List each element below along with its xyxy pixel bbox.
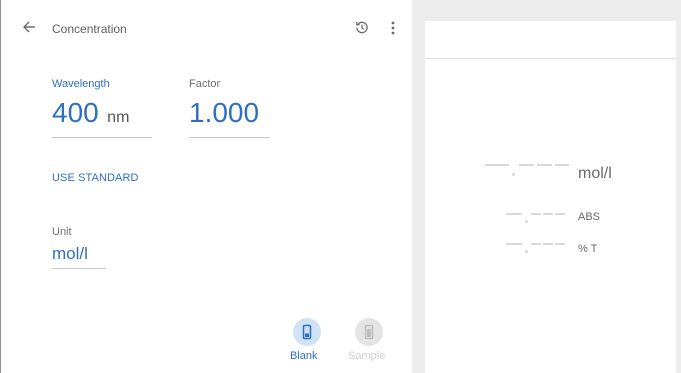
page-title: Concentration <box>52 22 127 36</box>
dash <box>506 213 522 215</box>
concentration-unit: mol/l <box>578 165 612 182</box>
use-standard-button[interactable]: USE STANDARD <box>52 172 139 184</box>
wavelength-unit: nm <box>107 109 130 126</box>
dash <box>531 243 541 245</box>
dash <box>555 164 569 166</box>
unit-select[interactable]: mol/l <box>52 244 88 264</box>
dash <box>543 213 553 215</box>
dash <box>519 164 534 166</box>
dash <box>531 213 541 215</box>
factor-value: 1.000 <box>189 97 260 128</box>
cuvette-icon <box>302 324 312 340</box>
wavelength-label: Wavelength <box>52 78 110 90</box>
transmittance-unit: % T <box>578 243 598 255</box>
wavelength-value: 400 <box>52 97 99 128</box>
factor-underline <box>189 137 270 138</box>
decimal-dot <box>525 250 528 253</box>
wavelength-underline <box>52 137 152 138</box>
wavelength-field[interactable]: 400 nm <box>52 97 129 129</box>
back-arrow-icon[interactable] <box>22 20 36 34</box>
unit-underline <box>52 268 106 269</box>
dash <box>485 164 509 166</box>
history-icon[interactable] <box>354 20 369 35</box>
decimal-dot <box>525 220 528 223</box>
dash <box>506 243 522 245</box>
measurement-settings-panel: Concentration Wavelength 400 nm Factor 1… <box>0 0 412 373</box>
sample-button[interactable] <box>355 318 383 346</box>
results-header-divider <box>425 58 676 59</box>
decimal-dot <box>512 173 515 176</box>
factor-label: Factor <box>189 78 221 90</box>
factor-field[interactable]: 1.000 <box>189 97 259 129</box>
results-panel: mol/l ABS % T <box>425 21 676 373</box>
cuvette-icon <box>364 324 374 340</box>
dash <box>537 164 552 166</box>
blank-label: Blank <box>290 350 318 362</box>
dash <box>555 243 565 245</box>
blank-button[interactable] <box>293 318 321 346</box>
dash <box>543 243 553 245</box>
more-vert-icon[interactable] <box>388 19 398 37</box>
abs-unit: ABS <box>578 211 601 223</box>
unit-label: Unit <box>52 226 72 238</box>
sample-label: Sample <box>348 350 386 362</box>
dash <box>555 213 565 215</box>
